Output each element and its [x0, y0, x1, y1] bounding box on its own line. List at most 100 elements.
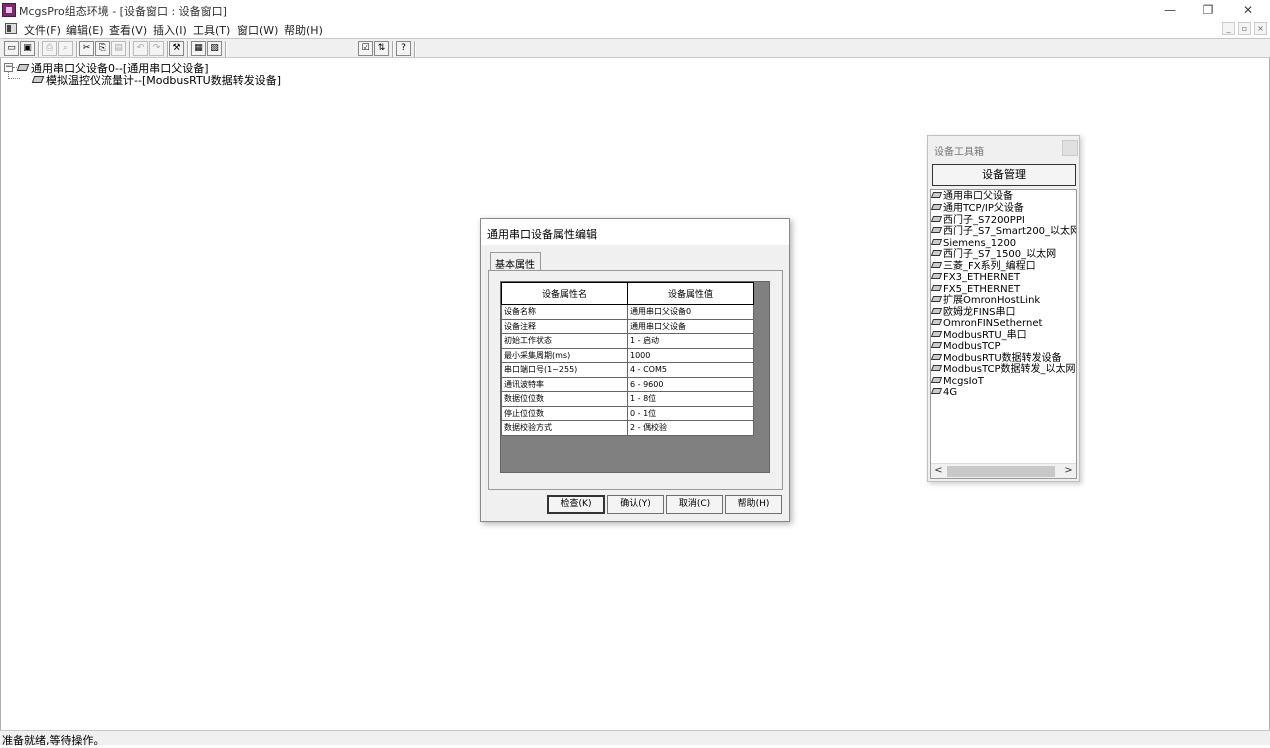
list-item-label: 西门子_S7200PPI	[943, 214, 1025, 226]
save-icon[interactable]: ▣	[20, 41, 35, 56]
table-row[interactable]: 数据位位数 1 - 8位	[501, 391, 754, 407]
table-row[interactable]: 最小采集周期(ms) 1000	[501, 347, 754, 363]
table-row[interactable]: 设备名称 通用串口父设备0	[501, 304, 754, 320]
property-value[interactable]: 通用串口父设备	[627, 318, 754, 334]
list-item[interactable]: ModbusRTU_串口	[931, 330, 1027, 341]
mdi-minimize-button[interactable]: _	[1222, 22, 1235, 35]
property-value[interactable]: 1 - 8位	[627, 391, 754, 407]
table-row[interactable]: 通讯波特率 6 - 9600	[501, 376, 754, 392]
device-tool-icon[interactable]: ⚒	[169, 41, 184, 56]
status-text: 准备就绪,等待操作。	[2, 734, 105, 747]
device-icon	[931, 353, 943, 360]
tree-node-child[interactable]: 模拟温控仪流量计--[ModbusRTU数据转发设备]	[31, 72, 281, 88]
close-button[interactable]: ✕	[1240, 2, 1256, 18]
list-item[interactable]: FX3_ETHERNET	[931, 272, 1020, 283]
table-row[interactable]: 串口端口号(1~255) 4 - COM5	[501, 362, 754, 378]
redo-icon[interactable]: ↷	[149, 41, 164, 56]
list-item[interactable]: 通用TCP/IP父设备	[931, 203, 1024, 214]
device-icon	[931, 365, 943, 371]
property-name: 数据位位数	[501, 391, 628, 407]
cancel-button[interactable]: 取消(C)	[666, 495, 723, 514]
toolbox-title: 设备工具箱	[934, 147, 984, 158]
check-button[interactable]: 检查(K)	[547, 495, 605, 514]
column-header-value[interactable]: 设备属性值	[627, 282, 754, 305]
menu-insert[interactable]: 插入(I)	[153, 22, 187, 38]
list-item[interactable]: McgsIoT	[931, 376, 984, 387]
menu-tools[interactable]: 工具(T)	[193, 22, 230, 38]
help-icon[interactable]: ?	[396, 41, 411, 56]
device-icon	[931, 204, 943, 210]
config-icon[interactable]: ▧	[207, 41, 222, 56]
maximize-button[interactable]: ❐	[1200, 2, 1216, 18]
list-item[interactable]: 4G	[931, 387, 957, 398]
minimize-button[interactable]: —	[1162, 2, 1178, 18]
help-button[interactable]: 帮助(H)	[725, 495, 782, 514]
scroll-left-icon[interactable]: <	[931, 464, 946, 478]
list-item[interactable]: Siemens_1200	[931, 238, 1016, 249]
paste-icon[interactable]: ▤	[111, 41, 126, 56]
scroll-right-icon[interactable]: >	[1061, 464, 1076, 478]
device-icon	[931, 192, 943, 198]
table-row[interactable]: 数据校验方式 2 - 偶校验	[501, 420, 754, 436]
print-preview-icon[interactable]: ⌕	[58, 41, 73, 56]
property-value[interactable]: 0 - 1位	[627, 405, 754, 421]
mdi-restore-button[interactable]: ▫	[1238, 22, 1251, 35]
window-title: McgsPro组态环境 - [设备窗口 : 设备窗口]	[19, 5, 227, 18]
tab-basic-properties[interactable]: 基本属性	[490, 252, 541, 271]
confirm-button[interactable]: 确认(Y)	[607, 495, 664, 514]
property-value[interactable]: 1 - 启动	[627, 333, 754, 349]
property-value[interactable]: 4 - COM5	[627, 362, 754, 378]
list-item[interactable]: 三菱_FX系列_编程口	[931, 261, 1036, 272]
property-value[interactable]: 1000	[627, 347, 754, 363]
device-icon	[31, 76, 45, 83]
debug-icon[interactable]: ⇅	[374, 41, 389, 56]
property-value[interactable]: 6 - 9600	[627, 376, 754, 392]
list-item[interactable]: 西门子_S7200PPI	[931, 214, 1025, 226]
mdi-close-button[interactable]: ×	[1254, 22, 1267, 35]
list-item-label: 西门子_S7_Smart200_以太网	[943, 226, 1077, 237]
scroll-thumb[interactable]	[947, 466, 1055, 477]
list-item[interactable]: 欧姆龙FINS串口	[931, 306, 1016, 318]
device-manage-button[interactable]: 设备管理	[932, 164, 1076, 186]
document-menu-icon[interactable]	[5, 23, 17, 34]
list-item-label: FX5_ETHERNET	[943, 283, 1021, 295]
app-icon	[2, 3, 16, 17]
table-row[interactable]: 停止位位数 0 - 1位	[501, 405, 754, 421]
list-item[interactable]: 西门子_S7_Smart200_以太网	[931, 226, 1077, 237]
table-row[interactable]: 初始工作状态 1 - 启动	[501, 333, 754, 349]
undo-icon[interactable]: ↶	[133, 41, 148, 56]
property-value[interactable]: 2 - 偶校验	[627, 420, 754, 436]
property-icon[interactable]: ▦	[191, 41, 206, 56]
device-icon	[931, 284, 943, 291]
list-item[interactable]: ModbusTCP	[931, 341, 1001, 352]
list-item[interactable]: 扩展OmronHostLink	[931, 295, 1040, 306]
property-grid: 设备属性名 设备属性值 设备名称 通用串口父设备0 设备注释 通用串口父设备 初始工…	[500, 281, 770, 473]
list-item-label: 欧姆龙FINS串口	[943, 306, 1016, 318]
menu-edit[interactable]: 编辑(E)	[66, 22, 104, 38]
list-item[interactable]: FX5_ETHERNET	[931, 283, 1021, 295]
list-item[interactable]: ModbusTCP数据转发_以太网	[931, 364, 1076, 375]
list-item[interactable]: OmronFINSethernet	[931, 318, 1042, 329]
menu-view[interactable]: 查看(V)	[109, 22, 147, 38]
menu-file[interactable]: 文件(F)	[24, 22, 61, 38]
property-value[interactable]: 通用串口父设备0	[627, 304, 754, 320]
copy-icon[interactable]: ⎘	[95, 41, 110, 56]
device-icon	[931, 238, 943, 245]
list-item[interactable]: 通用串口父设备	[931, 191, 1013, 202]
menu-help[interactable]: 帮助(H)	[284, 22, 323, 38]
new-icon[interactable]: ▭	[4, 41, 19, 56]
list-item[interactable]: 西门子_S7_1500_以太网	[931, 249, 1056, 260]
device-list[interactable]: 通用串口父设备 通用TCP/IP父设备 西门子_S7200PPI 西门子_S7_…	[930, 189, 1077, 479]
cut-icon[interactable]: ✂	[79, 41, 94, 56]
menu-window[interactable]: 窗口(W)	[237, 22, 278, 38]
device-icon	[931, 215, 943, 222]
toolbox-close-button[interactable]	[1062, 140, 1078, 156]
check-icon[interactable]: ☑	[358, 41, 373, 56]
print-icon[interactable]: ⎙	[42, 41, 57, 56]
list-item[interactable]: ModbusRTU数据转发设备	[931, 353, 1062, 364]
horizontal-scrollbar[interactable]: < >	[931, 463, 1076, 478]
column-header-name[interactable]: 设备属性名	[501, 282, 628, 305]
list-item-label: 通用串口父设备	[943, 191, 1013, 202]
tree-collapse-toggle[interactable]: −	[4, 63, 13, 72]
table-row[interactable]: 设备注释 通用串口父设备	[501, 318, 754, 334]
